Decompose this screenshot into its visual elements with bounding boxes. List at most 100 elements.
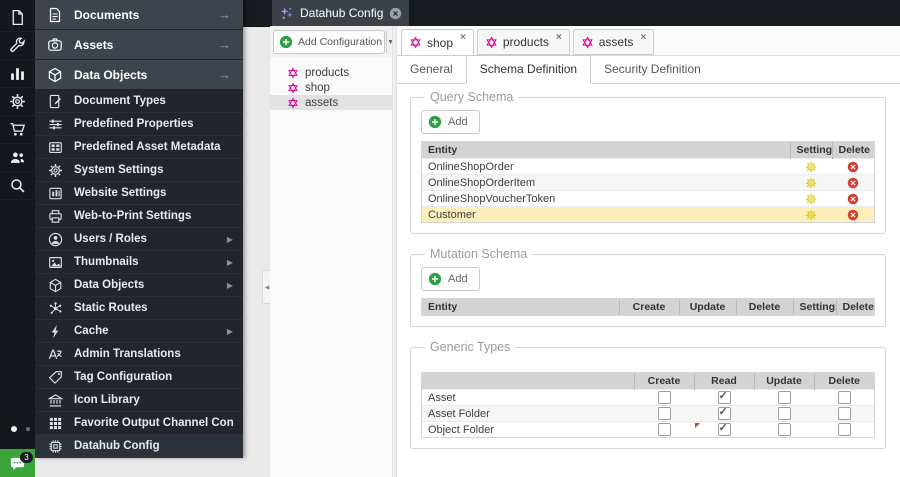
query-schema-grid: Entity Settings Delete OnlineShopOrder O…: [421, 141, 875, 223]
tree-item-products[interactable]: products: [270, 65, 392, 80]
column-header-read[interactable]: Read: [693, 373, 754, 390]
delete-checkbox[interactable]: [837, 407, 851, 420]
update-checkbox[interactable]: [777, 407, 791, 420]
nav-section-assets[interactable]: Assets →: [35, 30, 243, 59]
nav-item-datahub-config[interactable]: Datahub Config: [35, 435, 243, 458]
column-header-settings[interactable]: Settings: [792, 299, 836, 315]
iconbar-users[interactable]: [0, 144, 35, 172]
nav-item-icon-library[interactable]: Icon Library: [35, 389, 243, 412]
tab-assets[interactable]: assets ×: [572, 29, 655, 55]
column-header-settings[interactable]: Settings: [789, 142, 832, 159]
nav-item-data-objects[interactable]: Data Objects ▶: [35, 274, 243, 297]
tab-products[interactable]: products ×: [476, 29, 570, 55]
delete-cell[interactable]: [832, 174, 874, 191]
nav-item-label: Favorite Output Channel Configurations: [74, 417, 233, 429]
arrow-right-icon: →: [218, 67, 231, 82]
nav-item-label: Predefined Properties: [74, 118, 194, 130]
column-header-delete[interactable]: Delete: [835, 299, 874, 315]
nav-item-predefined-asset-metadata[interactable]: Predefined Asset Metadata: [35, 136, 243, 159]
notifications-button[interactable]: 3: [0, 449, 35, 477]
read-checkbox[interactable]: [717, 407, 731, 420]
nav-section-data-objects[interactable]: Data Objects →: [35, 60, 243, 89]
nav-item-website-settings[interactable]: Website Settings: [35, 182, 243, 205]
status-dot-secondary: [26, 427, 30, 431]
column-header-update[interactable]: Update: [678, 299, 736, 315]
settings-cell[interactable]: [790, 158, 832, 175]
column-header-entity[interactable]: Entity: [422, 142, 790, 159]
table-row[interactable]: OnlineShopOrder: [422, 158, 874, 175]
settings-cell[interactable]: [790, 174, 832, 191]
users-icon: [9, 149, 26, 166]
read-checkbox[interactable]: [717, 422, 731, 436]
column-header-delete[interactable]: Delete: [831, 142, 874, 159]
sliders-icon: [48, 117, 63, 132]
nav-item-thumbnails[interactable]: Thumbnails ▶: [35, 251, 243, 274]
iconbar-tools[interactable]: [0, 32, 35, 60]
nav-item-admin-translations[interactable]: Admin Translations: [35, 343, 243, 366]
delete-cell[interactable]: [832, 190, 874, 207]
nav-section-label: Assets: [74, 37, 114, 52]
column-header-entity[interactable]: Entity: [422, 299, 619, 315]
nav-item-label: Cache: [74, 325, 109, 337]
nav-item-document-types[interactable]: Document Types: [35, 90, 243, 113]
nav-item-tag-configuration[interactable]: Tag Configuration: [35, 366, 243, 389]
table-row[interactable]: OnlineShopOrderItem: [422, 174, 874, 191]
iconbar-documents[interactable]: [0, 4, 35, 32]
column-header-update[interactable]: Update: [753, 373, 814, 390]
close-tab-icon[interactable]: [389, 7, 402, 20]
iconbar-reports[interactable]: [0, 60, 35, 88]
mutation-schema-grid: Entity Create Update Delete Settings Del…: [421, 298, 875, 316]
delete-cell[interactable]: [832, 158, 874, 175]
nav-item-web-to-print-settings[interactable]: Web-to-Print Settings: [35, 205, 243, 228]
tab-shop[interactable]: shop ×: [401, 29, 474, 56]
delete-checkbox[interactable]: [837, 423, 851, 436]
nav-item-favorite-output-channel-configurations[interactable]: Favorite Output Channel Configurations: [35, 412, 243, 435]
nav-section-documents[interactable]: Documents →: [35, 0, 243, 29]
update-checkbox[interactable]: [777, 423, 791, 436]
nav-item-predefined-properties[interactable]: Predefined Properties: [35, 113, 243, 136]
nav-item-label: Predefined Asset Metadata: [74, 141, 221, 153]
column-header-create[interactable]: Create: [633, 373, 694, 390]
delete-checkbox[interactable]: [837, 391, 851, 404]
create-checkbox[interactable]: [657, 423, 671, 436]
tree-item-shop[interactable]: shop: [270, 80, 392, 95]
table-row-highlighted[interactable]: Customer: [422, 206, 874, 222]
settings-cell[interactable]: [790, 190, 832, 207]
table-row[interactable]: OnlineShopVoucherToken: [422, 190, 874, 207]
update-checkbox[interactable]: [777, 391, 791, 404]
column-header-delete[interactable]: Delete: [735, 299, 793, 315]
chevron-right-icon: ▶: [226, 280, 233, 290]
read-checkbox[interactable]: [717, 391, 731, 404]
add-button-label: Add: [448, 273, 468, 285]
column-header-delete[interactable]: Delete: [813, 373, 874, 390]
window-tab-datahub-config[interactable]: Datahub Config: [272, 0, 410, 26]
add-configuration-button[interactable]: Add Configuration ▼: [273, 30, 394, 54]
nav-item-system-settings[interactable]: System Settings: [35, 159, 243, 182]
close-icon[interactable]: ×: [640, 32, 646, 43]
settings-cell[interactable]: [790, 206, 832, 222]
column-header-create[interactable]: Create: [618, 299, 679, 315]
nav-item-users-roles[interactable]: Users / Roles ▶: [35, 228, 243, 251]
create-checkbox[interactable]: [657, 407, 671, 420]
iconbar-search[interactable]: [0, 172, 35, 200]
tab-schema-definition[interactable]: Schema Definition: [465, 55, 592, 84]
mutation-schema-add-button[interactable]: Add: [421, 267, 480, 291]
iconbar-ecommerce[interactable]: [0, 116, 35, 144]
create-checkbox[interactable]: [657, 391, 671, 404]
tab-general[interactable]: General: [397, 56, 466, 83]
nav-item-cache[interactable]: Cache ▶: [35, 320, 243, 343]
collapse-arrow-icon: ◀: [264, 284, 270, 291]
iconbar-settings[interactable]: [0, 88, 35, 116]
close-icon[interactable]: ×: [556, 32, 562, 43]
navigation-menu: Documents → Assets → Data Objects → Docu…: [35, 0, 243, 458]
tag-icon: [48, 370, 63, 385]
delete-cell[interactable]: [832, 206, 874, 222]
tab-security-definition[interactable]: Security Definition: [591, 56, 714, 83]
nav-item-label: Datahub Config: [74, 440, 160, 452]
tree-item-assets[interactable]: assets: [270, 95, 392, 110]
chip-icon: [48, 439, 63, 454]
query-schema-add-button[interactable]: Add: [421, 110, 480, 134]
close-icon[interactable]: ×: [460, 32, 466, 43]
nav-item-static-routes[interactable]: Static Routes: [35, 297, 243, 320]
read-cell: [694, 421, 754, 437]
